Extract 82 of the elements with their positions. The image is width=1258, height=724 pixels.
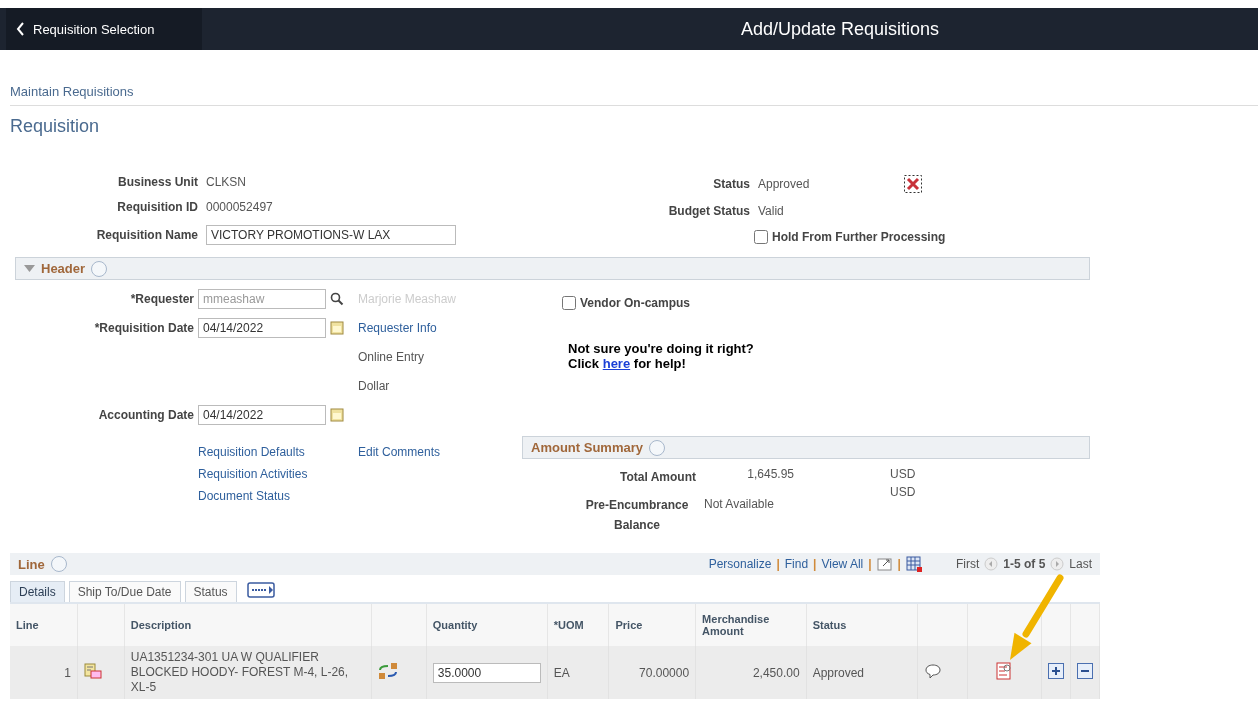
link-separator: | [868,557,872,571]
help-link[interactable]: here [602,356,631,371]
entry-origin: Online Entry [358,350,425,364]
column-header: Description [130,619,192,631]
column-header: Line [16,619,39,631]
page-link[interactable]: Document Status [198,489,354,503]
last-label: Last [1069,557,1092,571]
field-label: Requisition Name [95,228,198,242]
currency-name: Dollar [358,379,390,393]
amount-label: Total Amount [620,469,696,486]
requisition-name-field[interactable]: VICTORY PROMOTIONS-W LAX [206,225,456,245]
requisition-date-field[interactable]: 04/14/2022 [198,318,326,338]
uom-value: EA [553,665,570,680]
currency-code: USD [890,467,917,481]
link-separator: | [897,557,901,571]
schedule-icon[interactable] [84,663,102,679]
field-label: Business Unit [117,175,198,189]
section-title: Line [18,556,45,572]
collapse-triangle-icon[interactable] [24,264,35,273]
spreadsheet-icon[interactable] [905,556,922,572]
vendor-checkbox[interactable] [562,296,576,310]
grid-tab[interactable]: Details [10,581,65,602]
column-header: *UOM [553,619,584,631]
amount-value: 1,645.95 [746,467,794,483]
page-link[interactable]: Requisition Activities [198,467,354,481]
column-header: Merchandise Amount [702,613,770,637]
item-description: UA1351234-301 UA W QUALIFIER BLOCKED HOODY- FOREST M-4, L-26, XL-5 [130,649,350,696]
grid-link[interactable]: View All [821,557,864,571]
field-label: Accounting Date [98,408,194,422]
column-header: Price [615,619,643,631]
header-section-bar[interactable]: Header [15,257,1090,280]
field-label: Budget Status [667,204,750,218]
requester-info-link[interactable]: Requester Info [358,321,437,335]
link-separator: | [813,557,817,571]
hold-checkbox[interactable] [754,230,768,244]
accounting-date-field[interactable]: 04/14/2022 [198,405,326,425]
price-value: 70.00000 [639,665,690,680]
zoom-icon[interactable] [876,557,893,571]
page-link[interactable]: Requisition Defaults [198,445,354,459]
delete-row-icon[interactable] [1076,663,1093,679]
page-title: Requisition [10,116,101,137]
field-label: *Requisition Date [94,321,194,335]
back-button[interactable]: Requisition Selection [6,8,202,50]
amount-value: Not Available [704,497,775,513]
field-label: Requisition ID [116,200,198,214]
delete-x-icon[interactable] [904,175,922,193]
help-text: Not sure you're doing it right? Click here for help! [568,341,755,371]
row-range: 1-5 of 5 [1003,557,1046,571]
breadcrumb[interactable]: Maintain Requisitions [10,84,134,99]
hold-label: Hold From Further Processing [772,230,946,244]
field-label: *Requester [130,292,194,306]
field-value: CLKSN [206,175,247,189]
status-value: Approved [812,665,864,680]
field-value: Valid [758,204,785,218]
page-header-title: Add/Update Requisitions [740,18,940,40]
grid-tab[interactable]: Ship To/Due Date [68,581,181,602]
field-value: Approved [758,177,811,191]
currency-code: USD [890,485,917,499]
grid-tab[interactable]: Status [184,581,237,602]
link-separator: | [776,557,780,571]
chevron-left-icon [16,22,25,36]
amount-label: Pre-Encumbrance Balance [584,497,690,534]
first-label: First [955,557,980,571]
add-row-icon[interactable] [1047,663,1064,679]
show-all-columns-icon[interactable] [246,581,277,599]
line-number: 1 [64,665,71,680]
swap-arrows-icon[interactable] [378,662,399,680]
comment-icon[interactable] [923,663,942,679]
section-title: Amount Summary [531,440,643,455]
search-icon[interactable] [330,292,344,306]
document-icon[interactable] [995,662,1014,680]
column-header: Quantity [432,619,478,631]
quantity-field[interactable]: 35.0000 [432,662,541,683]
amount-value: 2,450.00 [752,665,800,680]
edit-comments-link[interactable]: Edit Comments [358,445,441,459]
section-title: Header [41,261,86,276]
vendor-label: Vendor On-campus [580,296,691,310]
field-label: Status [712,177,750,191]
grid-link[interactable]: Personalize [708,557,772,571]
field-value: 0000052497 [206,200,274,214]
grid-link[interactable]: Find [784,557,809,571]
column-header: Status [812,619,847,631]
